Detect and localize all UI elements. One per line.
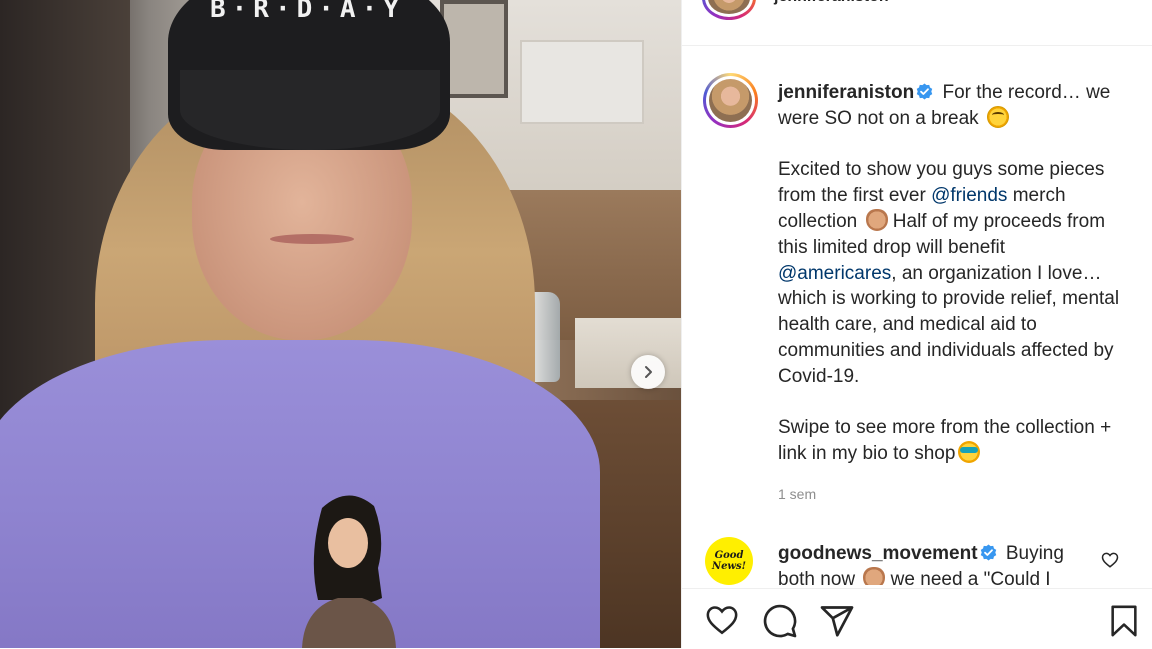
comment-text: we need a "Could I xyxy=(885,568,1051,585)
verified-badge-icon xyxy=(916,83,933,100)
sunglasses-emoji-icon xyxy=(958,441,981,464)
background-books xyxy=(575,318,681,388)
bookmark-icon[interactable] xyxy=(1107,603,1141,639)
mention-friends-link[interactable]: @friends xyxy=(931,185,1007,206)
post-timestamp[interactable]: 1 sem xyxy=(778,486,816,502)
clapping-hands-emoji-icon xyxy=(865,208,888,231)
subject-mouth xyxy=(270,234,354,244)
verified-badge-icon xyxy=(980,544,996,561)
post-photo[interactable]: B·R·D·A·Y xyxy=(0,0,681,648)
wall-picture-frame xyxy=(520,40,644,124)
comment-avatar-text: Good News! xyxy=(711,550,747,572)
comment-username[interactable]: goodnews_movement xyxy=(778,543,978,564)
mention-americares-link[interactable]: @americares xyxy=(778,263,891,284)
post-action-bar xyxy=(682,588,1152,649)
header-avatar[interactable] xyxy=(702,0,756,20)
post-header: jenniferaniston xyxy=(682,0,1152,46)
post-side-panel: jenniferaniston jenniferaniston For the … xyxy=(681,0,1152,649)
paper-plane-icon[interactable] xyxy=(819,603,855,639)
comment-like-heart-icon[interactable] xyxy=(1101,551,1119,569)
caption-avatar[interactable] xyxy=(703,73,758,128)
next-image-button[interactable] xyxy=(631,355,665,389)
caption-text: Swipe to see more from the collection + … xyxy=(778,417,1112,465)
chevron-right-icon xyxy=(645,366,652,378)
hands-emoji-icon xyxy=(863,566,886,585)
eye-roll-emoji-icon xyxy=(986,105,1009,128)
header-username[interactable]: jenniferaniston xyxy=(774,0,889,6)
shirt-graphic xyxy=(302,495,396,648)
comment: goodnews_movement Buying both now we nee… xyxy=(778,541,1078,585)
comment-bubble-icon[interactable] xyxy=(762,603,798,639)
subject-cap-brim xyxy=(180,70,440,150)
cap-print: B·R·D·A·Y xyxy=(210,0,405,24)
heart-icon[interactable] xyxy=(704,603,740,637)
wall-picture-frame xyxy=(440,0,508,98)
post-caption: jenniferaniston For the record… we were … xyxy=(778,80,1128,467)
caption-username[interactable]: jenniferaniston xyxy=(778,82,914,103)
comment-avatar[interactable]: Good News! xyxy=(705,537,753,585)
